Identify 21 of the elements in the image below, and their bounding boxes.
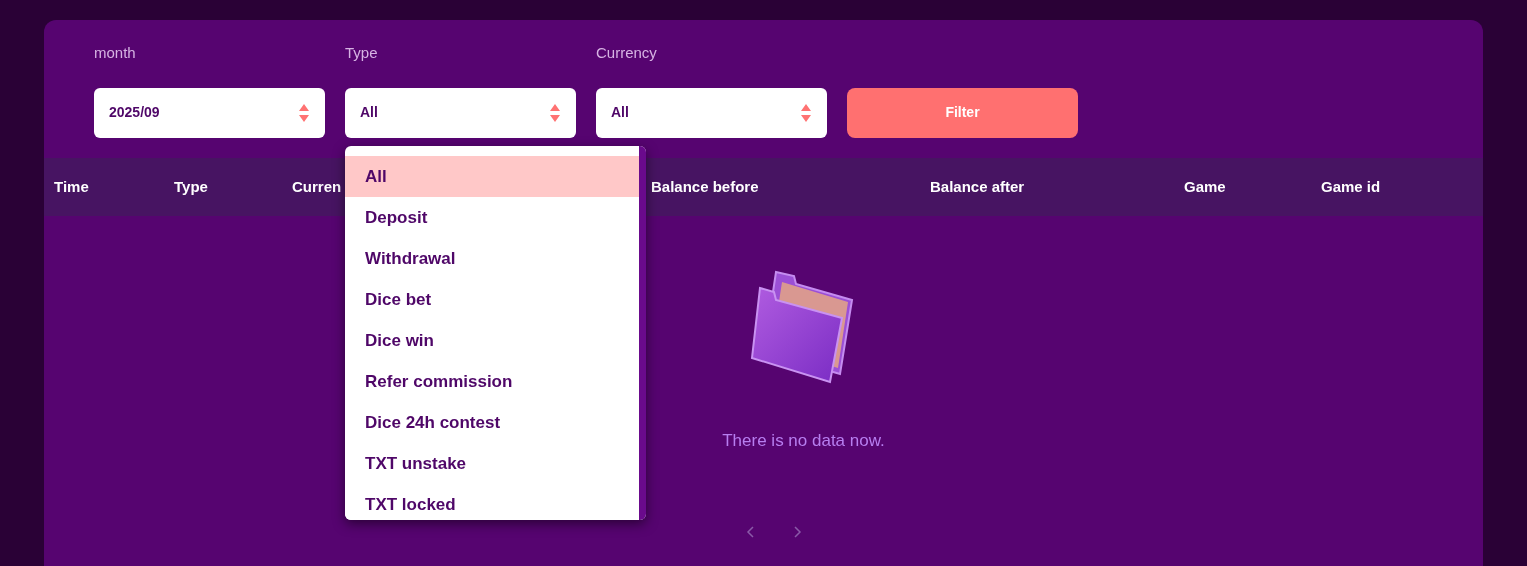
column-header: Time — [54, 177, 89, 195]
chevron-left-icon — [744, 525, 757, 539]
empty-message: There is no data now. — [722, 429, 885, 452]
sort-arrows-icon — [298, 102, 310, 123]
select-field[interactable]: All — [596, 87, 827, 138]
filter-label: month — [94, 43, 137, 63]
sort-arrows-icon — [549, 102, 561, 123]
column-header: Game id — [1321, 177, 1381, 195]
column-header: Balance before — [651, 177, 759, 195]
column-header: Game — [1184, 177, 1226, 195]
filter-label: Type — [345, 43, 379, 63]
select-field[interactable]: 2025/09 — [94, 87, 325, 138]
sort-arrows-icon — [800, 102, 812, 123]
previous-page-button[interactable] — [744, 525, 757, 539]
column-header: Curren — [292, 177, 342, 195]
column-header: Type — [174, 177, 208, 195]
dropdown-option[interactable]: All — [345, 156, 639, 197]
column-header: Balance after — [930, 177, 1025, 195]
select-field[interactable]: All — [345, 87, 576, 138]
filter-label: Currency — [596, 43, 658, 63]
dropdown-option[interactable]: TXT locked — [345, 484, 639, 520]
